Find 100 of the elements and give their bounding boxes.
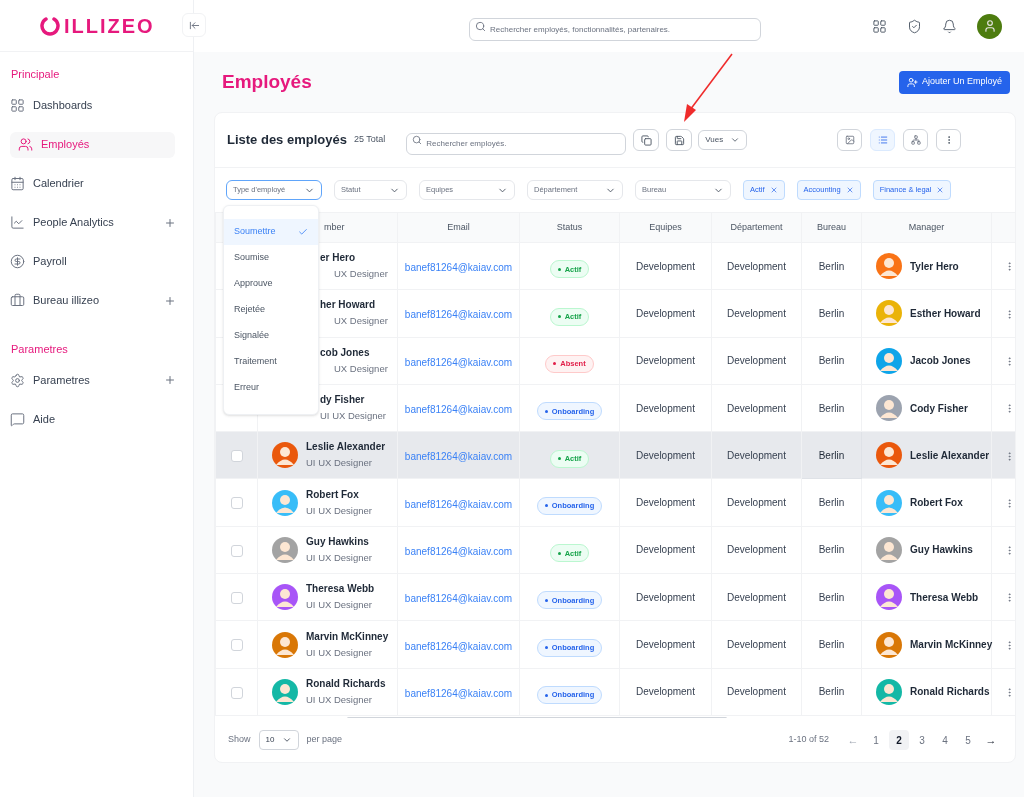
hierarchy-icon (910, 135, 921, 145)
page-button[interactable]: 2 (889, 730, 909, 750)
employee-name: Ronald Richards (306, 676, 386, 691)
avatar (272, 442, 298, 469)
view-toggle[interactable] (903, 129, 928, 151)
views-dropdown[interactable]: Vues (698, 130, 748, 150)
search-field[interactable]: Rechercher employés, fonctionnalités, partenaires. (469, 17, 761, 41)
manager-name: Theresa Webb (910, 590, 979, 605)
nav-item[interactable]: Aide (10, 406, 183, 432)
page-button[interactable]: 5 (958, 730, 978, 750)
nav-item[interactable]: Dashboards (10, 92, 183, 119)
table-cell: Development (711, 526, 802, 574)
table-cell: Berlin (801, 620, 862, 669)
manager-name: Guy Hawkins (910, 543, 973, 558)
row-checkbox[interactable] (230, 686, 243, 699)
avatar (876, 536, 902, 563)
table-cell: Development (711, 620, 802, 669)
more-button[interactable] (936, 129, 961, 151)
column-header: Email (447, 221, 470, 232)
user-plus-icon (906, 76, 918, 88)
table-cell: Development (711, 289, 802, 338)
table-cell: Development (619, 526, 712, 574)
users-icon (18, 137, 33, 152)
page-button[interactable]: 1 (866, 730, 886, 750)
employee-name: Theresa Webb (306, 582, 375, 597)
avatar (876, 678, 902, 705)
show-label: Show (228, 733, 251, 747)
table-cell: Berlin (801, 337, 862, 385)
table-cell: Development (619, 479, 712, 527)
employee-name: Robert Fox (306, 487, 360, 502)
employee-name: Marvin McKinney (306, 629, 389, 644)
table-cell: Development (711, 479, 802, 527)
row-checkbox[interactable] (230, 544, 243, 557)
check-icon (298, 227, 308, 237)
remove-icon[interactable] (936, 186, 945, 194)
list-search-field[interactable]: Rechercher employés. (406, 132, 627, 155)
save-button[interactable] (666, 129, 693, 151)
apps-icon[interactable] (872, 18, 887, 34)
logo-ring-icon (40, 15, 60, 36)
table-cell: Development (711, 337, 802, 385)
row-checkbox[interactable] (230, 450, 243, 463)
page-title: Employés (222, 69, 312, 94)
view-toggle[interactable] (870, 129, 895, 151)
menu-option[interactable]: Rejetée (224, 297, 318, 323)
view-toggle[interactable] (837, 129, 862, 151)
menu-option[interactable]: Signalée (224, 323, 318, 349)
next-page-button[interactable]: → (981, 730, 1001, 750)
column-header: Status (556, 221, 583, 232)
row-checkbox[interactable] (230, 639, 243, 652)
shield-icon[interactable] (907, 18, 922, 34)
table-cell: Berlin (801, 526, 862, 574)
copy-button[interactable] (633, 129, 660, 151)
menu-option[interactable]: Erreur (224, 375, 318, 401)
grid-icon (10, 98, 25, 113)
dollar-icon (10, 254, 25, 269)
user-avatar[interactable] (977, 13, 1002, 39)
briefcase-icon (10, 293, 25, 308)
nav-item[interactable]: Employés (10, 131, 175, 158)
table-cell: Development (619, 620, 712, 669)
add-employee-button[interactable]: Ajouter Un Employé (898, 70, 1010, 94)
page-size-select[interactable]: 10 (258, 730, 299, 750)
user-icon (982, 19, 997, 33)
table-cell: Development (619, 668, 712, 716)
avatar (876, 300, 902, 327)
expand-icon[interactable] (164, 216, 176, 229)
avatar (272, 536, 298, 563)
remove-icon[interactable] (845, 186, 854, 194)
collapse-button[interactable] (182, 13, 206, 37)
manager-name: Ronald Richards (910, 685, 990, 700)
expand-icon[interactable] (164, 374, 176, 386)
table-cell: Development (711, 668, 802, 716)
per-page-label: per page (306, 733, 343, 747)
column-header: Equipes (649, 221, 682, 232)
row-checkbox[interactable] (230, 497, 243, 510)
bell-icon[interactable] (942, 18, 957, 34)
avatar (876, 253, 902, 280)
logo-text: ILLIZEO (64, 13, 155, 39)
nav-item[interactable]: Calendrier (10, 170, 183, 197)
employee-role: UI UX Designer (306, 692, 373, 707)
row-checkbox[interactable] (230, 592, 243, 604)
avatar (272, 631, 298, 658)
expand-icon[interactable] (164, 294, 176, 307)
menu-option[interactable]: Soumise (224, 245, 318, 271)
nav-item[interactable]: Parametres (10, 367, 183, 393)
page-button[interactable]: 4 (935, 730, 955, 750)
remove-icon[interactable] (769, 186, 778, 194)
nav-item[interactable]: People Analytics (10, 209, 183, 236)
nav-item[interactable]: Payroll (10, 248, 183, 275)
chart-icon (10, 215, 25, 230)
nav-item[interactable]: Bureau illizeo (10, 287, 183, 314)
chat-icon (10, 411, 25, 427)
menu-option[interactable]: Approuve (224, 271, 318, 297)
employee-role: UI UX Designer (320, 409, 386, 424)
menu-option[interactable]: Traitement (224, 349, 318, 375)
employee-name: dy Fisher (320, 393, 366, 408)
table-cell: Development (711, 242, 802, 290)
page-button[interactable]: 3 (912, 730, 932, 750)
avatar (876, 347, 902, 374)
menu-option[interactable]: Soumettre (224, 219, 318, 245)
chevron-icon (730, 135, 741, 145)
